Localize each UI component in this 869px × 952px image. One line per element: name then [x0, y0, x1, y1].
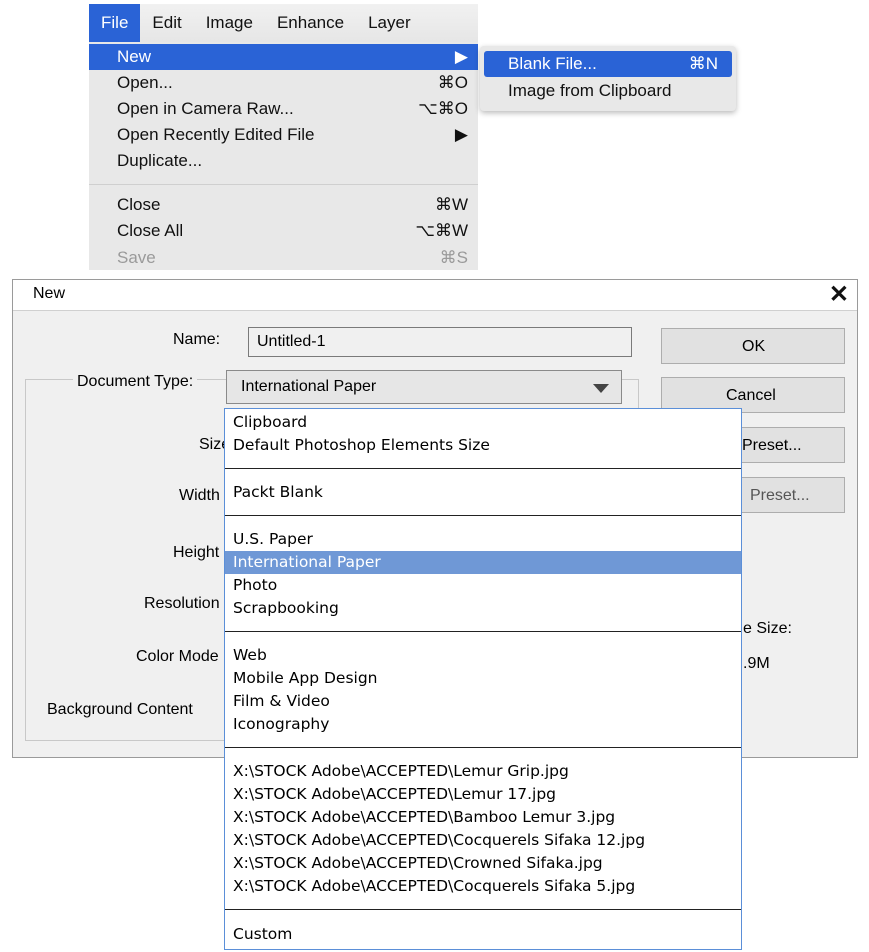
document-type-select[interactable]: International Paper [226, 370, 622, 404]
file-menu-open-camera-raw[interactable]: Open in Camera Raw... ⌥⌘O [89, 96, 478, 122]
submenu-arrow-icon: ▶ [454, 47, 468, 66]
dropdown-item[interactable]: Default Photoshop Elements Size [225, 434, 741, 457]
menu-item-label: Close All [117, 221, 184, 240]
menu-edit[interactable]: Edit [140, 4, 193, 42]
shortcut-label: ⌘S [439, 248, 468, 267]
menu-item-label: New [117, 47, 152, 66]
color-mode-label: Color Mode [136, 648, 219, 665]
width-label: Width [179, 487, 220, 504]
dropdown-item[interactable]: Packt Blank [225, 481, 741, 504]
file-menu-save: Save ⌘S [89, 245, 478, 270]
menu-image[interactable]: Image [194, 4, 265, 42]
file-menu-close[interactable]: Close ⌘W [89, 192, 478, 218]
dropdown-separator [225, 631, 741, 632]
menu-item-label: Open in Camera Raw... [117, 99, 294, 118]
dropdown-item[interactable]: X:\STOCK Adobe\ACCEPTED\Cocquerels Sifak… [225, 829, 741, 852]
menu-item-label: Open Recently Edited File [117, 125, 315, 144]
menu-file[interactable]: File [89, 4, 141, 42]
menu-enhance[interactable]: Enhance [265, 4, 356, 42]
menu-separator [89, 184, 478, 185]
shortcut-label: ⌘N [688, 54, 718, 73]
document-type-dropdown: Clipboard Default Photoshop Elements Siz… [224, 408, 742, 950]
dropdown-item[interactable]: Web [225, 644, 741, 667]
menu-item-label: Image from Clipboard [508, 81, 672, 100]
dropdown-separator [225, 909, 741, 910]
dropdown-item-selected[interactable]: International Paper [225, 551, 741, 574]
dialog-title: New [33, 285, 66, 302]
submenu-blank-file[interactable]: Blank File... ⌘N [484, 51, 732, 77]
submenu-image-from-clipboard[interactable]: Image from Clipboard [484, 78, 732, 104]
ok-button[interactable]: OK [661, 328, 845, 364]
shortcut-label: ⌥⌘O [418, 99, 468, 118]
name-input[interactable]: Untitled-1 [248, 327, 632, 357]
dropdown-item[interactable]: Photo [225, 574, 741, 597]
dropdown-separator [225, 468, 741, 469]
dropdown-separator [225, 515, 741, 516]
shortcut-label: ⌥⌘W [415, 221, 468, 240]
close-icon[interactable]: ✕ [829, 280, 849, 309]
menu-item-label: Open... [117, 73, 173, 92]
chevron-down-icon [593, 384, 609, 393]
file-menu-open[interactable]: Open... ⌘O [89, 70, 478, 96]
menu-item-label: Close [117, 195, 161, 214]
cancel-label: Cancel [726, 387, 776, 404]
shortcut-label: ⌘O [437, 73, 468, 92]
background-contents-label: Background Content [47, 701, 193, 718]
dialog-titlebar: New ✕ [13, 280, 857, 311]
document-type-value: International Paper [241, 378, 377, 395]
menu-item-label: Save [117, 248, 156, 267]
menu-bar: File Edit Image Enhance Layer [89, 4, 478, 42]
image-size-value: .9M [743, 655, 770, 672]
dropdown-item[interactable]: Scrapbooking [225, 597, 741, 620]
dropdown-separator [225, 747, 741, 748]
menu-layer[interactable]: Layer [356, 4, 423, 42]
dropdown-item[interactable]: X:\STOCK Adobe\ACCEPTED\Cocquerels Sifak… [225, 875, 741, 898]
dropdown-item[interactable]: X:\STOCK Adobe\ACCEPTED\Bamboo Lemur 3.j… [225, 806, 741, 829]
file-menu-close-all[interactable]: Close All ⌥⌘W [89, 218, 478, 244]
submenu-arrow-icon: ▶ [454, 125, 468, 144]
dropdown-item[interactable]: Mobile App Design [225, 667, 741, 690]
file-menu-duplicate[interactable]: Duplicate... [89, 148, 478, 174]
menu-item-label: Blank File... [508, 54, 597, 73]
ok-label: OK [742, 338, 766, 355]
save-preset-label: Preset... [742, 437, 802, 454]
dropdown-item[interactable]: Clipboard [225, 411, 741, 434]
dropdown-item[interactable]: X:\STOCK Adobe\ACCEPTED\Lemur Grip.jpg [225, 760, 741, 783]
height-label: Height [173, 544, 220, 561]
dropdown-item[interactable]: Custom [225, 923, 741, 946]
file-menu-open-recent[interactable]: Open Recently Edited File ▶ [89, 122, 478, 148]
name-label: Name: [173, 331, 221, 348]
new-submenu: Blank File... ⌘N Image from Clipboard [480, 46, 736, 111]
dropdown-item[interactable]: X:\STOCK Adobe\ACCEPTED\Lemur 17.jpg [225, 783, 741, 806]
file-menu-new[interactable]: New ▶ [89, 44, 478, 70]
shortcut-label: ⌘W [434, 195, 468, 214]
image-size-label: e Size: [743, 620, 792, 637]
file-menu: New ▶ Open... ⌘O Open in Camera Raw... ⌥… [89, 42, 478, 270]
delete-preset-label: Preset... [750, 487, 810, 504]
menu-item-label: Duplicate... [117, 151, 203, 170]
dropdown-item[interactable]: X:\STOCK Adobe\ACCEPTED\Crowned Sifaka.j… [225, 852, 741, 875]
dropdown-item[interactable]: Film & Video [225, 690, 741, 713]
document-type-label: Document Type: [73, 373, 198, 391]
resolution-label: Resolution [144, 595, 220, 612]
dropdown-item[interactable]: Iconography [225, 713, 741, 736]
dropdown-item[interactable]: U.S. Paper [225, 528, 741, 551]
